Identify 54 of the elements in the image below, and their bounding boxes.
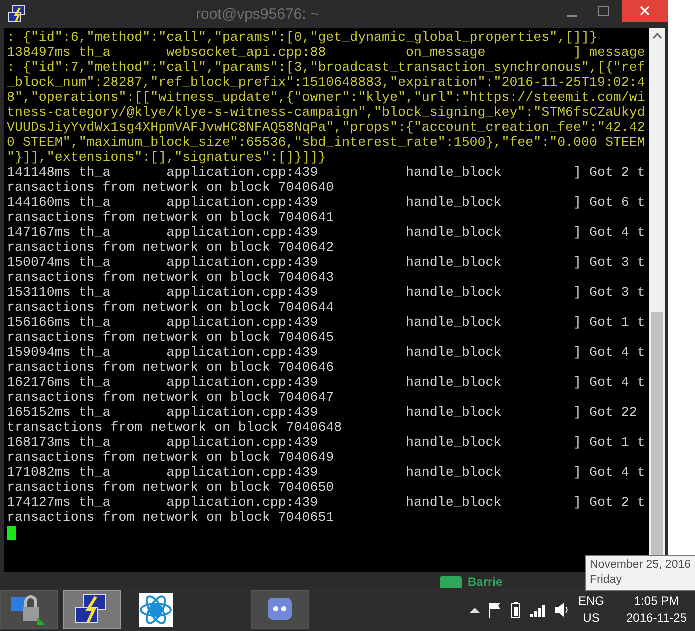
battery-icon: [510, 600, 522, 618]
atom-icon: [139, 592, 173, 626]
terminal-line: 174127ms th_a application.cpp:439 handle_block ] Got 2 t: [7, 495, 646, 510]
terminal-line: ransactions from network on block 7040641: [7, 210, 334, 225]
terminal-line: ransactions from network on block 7040649: [7, 450, 334, 465]
terminal-line: ransactions from network on block 7040643: [7, 270, 334, 285]
terminal-line: 153110ms th_a application.cpp:439 handle_block ] Got 3 t: [7, 285, 646, 300]
terminal-line: 138497ms th_a websocket_api.cpp:88 on_message ] message: [7, 45, 646, 60]
terminal-line: 141148ms th_a application.cpp:439 handle_block ] Got 2 t: [7, 165, 646, 180]
signal-icon: [530, 602, 546, 616]
terminal-cursor: [7, 526, 16, 540]
terminal-line: 159094ms th_a application.cpp:439 handle_block ] Got 4 t: [7, 345, 646, 360]
terminal-line: VUUDsJiyYvdWx1sg4XHpmVAFJvwHC8NFAQ58NqPa","props":{"account_creation_fee":"42.42: [7, 120, 646, 135]
terminal-line: ransactions from network on block 7040644: [7, 300, 334, 315]
minimize-icon: [566, 15, 577, 17]
terminal-line: ransactions from network on block 7040646: [7, 360, 334, 375]
clock[interactable]: 1:05 PM 2016-11-25: [626, 592, 687, 626]
terminal-line: 165152ms th_a application.cpp:439 handle_block ] Got 22: [7, 405, 638, 420]
window-title: root@vps95676: ~: [196, 6, 320, 22]
volume-icon: [554, 602, 570, 618]
terminal-line: ransactions from network on block 7040640: [7, 180, 334, 195]
taskbar-app-button[interactable]: [136, 590, 176, 629]
terminal-line: "}]],"extensions":[],"signatures":[]}]]}: [7, 150, 326, 165]
date-tooltip: November 25, 2016 Friday: [585, 555, 695, 591]
terminal-line: ransactions from network on block 7040651: [7, 510, 334, 525]
terminal-line: ransactions from network on block 7040645: [7, 330, 334, 345]
terminal-line: : {"id":7,"method":"call","params":[3,"broadcast_transaction_synchronous",[{"ref: [7, 60, 646, 75]
language-indicator[interactable]: ENG US: [578, 592, 604, 626]
terminal-line: 150074ms th_a application.cpp:439 handle_block ] Got 3 t: [7, 255, 646, 270]
chevron-up-icon: [470, 606, 480, 612]
terminal-line: 168173ms th_a application.cpp:439 handle_block ] Got 1 t: [7, 435, 646, 450]
close-button[interactable]: [622, 0, 668, 22]
terminal-line: 162176ms th_a application.cpp:439 handle_block ] Got 4 t: [7, 375, 646, 390]
flag-icon: [488, 602, 502, 618]
close-icon: [640, 6, 650, 16]
chat-bubble-icon: [440, 574, 462, 588]
computer-icon: [8, 5, 26, 23]
maximize-icon: [598, 6, 610, 16]
terminal-line: 144160ms th_a application.cpp:439 handle_block ] Got 6 t: [7, 195, 646, 210]
terminal-line: 8","operations":[["witness_update",{"owner":"klye","url":"https://steemit.com/wi: [7, 90, 646, 105]
notification-sender: Barrie: [468, 576, 503, 588]
terminal-line: tness-category/@klye/klye-s-witness-campaign","block_signing_key":"STM6fsCZaUkyd: [7, 105, 646, 120]
terminal-line: ransactions from network on block 7040650: [7, 480, 334, 495]
taskbar-app-button[interactable]: [63, 590, 121, 629]
terminal-line: : {"id":6,"method":"call","params":[0,"get_dynamic_global_properties",[]]}: [7, 30, 598, 45]
terminal-line: transactions from network on block 7040648: [7, 420, 342, 435]
terminal-line: 156166ms th_a application.cpp:439 handle_block ] Got 1 t: [7, 315, 646, 330]
terminal-line: 147167ms th_a application.cpp:439 handle_block ] Got 4 t: [7, 225, 646, 240]
terminal-line: _block_num":28287,"ref_block_prefix":1510648883,"expiration":"2016-11-25T19:02:4: [7, 75, 646, 90]
terminal-line: 171082ms th_a application.cpp:439 handle_block ] Got 4 t: [7, 465, 646, 480]
terminal-line: 0 STEEM","maximum_block_size":65536,"sbd_interest_rate":1500},"fee":"0.000 STEEM: [7, 135, 646, 150]
terminal-line: ransactions from network on block 7040647: [7, 390, 334, 405]
chat-bubble-icon: [267, 596, 293, 622]
terminal-line: ransactions from network on block 7040642: [7, 240, 334, 255]
